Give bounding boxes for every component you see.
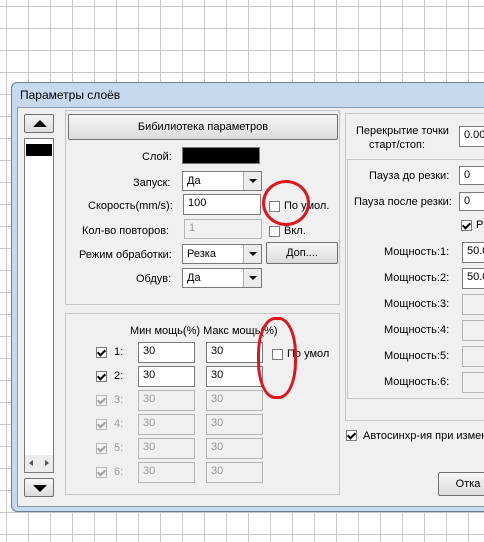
partial-label: Р (476, 219, 484, 231)
layer-list-hscrollbar[interactable] (25, 455, 53, 472)
power-max-input[interactable]: 30 (206, 366, 263, 387)
power-row-label: 3: (114, 394, 124, 406)
mode-select[interactable]: Резка (182, 244, 262, 264)
speed-label: Скорость(mm/s): (88, 200, 173, 212)
scroll-left-icon[interactable] (29, 460, 33, 466)
power-max-input[interactable]: 30 (206, 438, 263, 459)
power-row-label: 4: (114, 418, 124, 430)
pause-before-input[interactable]: 0 (459, 166, 484, 185)
speed-input[interactable]: 100 (183, 194, 261, 215)
power-min-input[interactable]: 30 (138, 366, 195, 387)
layer-list-item-selected[interactable] (26, 144, 52, 156)
overlap-input[interactable]: 0.00 (459, 126, 484, 147)
repeat-enable-checkbox[interactable] (269, 226, 280, 237)
power-min-input[interactable]: 30 (138, 462, 195, 483)
autosync-checkbox[interactable] (346, 430, 357, 441)
blow-select[interactable]: Да (182, 268, 262, 288)
autosync-label: Автосинхр-ия при измен (363, 430, 484, 442)
blow-select-value: Да (187, 272, 201, 284)
power-row-checkbox[interactable] (96, 395, 107, 406)
scroll-down-button[interactable] (24, 478, 54, 497)
pause-after-input[interactable]: 0 (459, 192, 484, 211)
right-power-label: Мощность:5: (384, 350, 450, 362)
overlap-label-line1: Перекрытие точки (356, 125, 449, 137)
power-row-checkbox[interactable] (96, 371, 107, 382)
partial-checkbox[interactable] (461, 220, 472, 231)
dropdown-arrow-icon[interactable] (243, 245, 261, 263)
right-power-input[interactable] (462, 294, 484, 315)
right-power-label: Мощность:4: (384, 324, 450, 336)
power-max-input[interactable]: 30 (206, 342, 263, 363)
overlap-label-line2: старт/стоп: (369, 139, 426, 151)
power-max-input[interactable]: 30 (206, 390, 263, 411)
layer-label: Слой: (142, 151, 172, 163)
power-min-input[interactable]: 30 (138, 342, 195, 363)
mode-select-value: Резка (187, 248, 216, 260)
dialog-title: Параметры слоёв (20, 88, 121, 102)
parameter-library-button[interactable]: Бибилиотека параметров (68, 114, 338, 140)
launch-label: Запуск: (133, 177, 171, 189)
right-power-label: Мощность:1: (384, 246, 450, 258)
scroll-right-icon[interactable] (45, 460, 49, 466)
triangle-up-icon (33, 120, 47, 127)
cancel-button[interactable]: Отка (438, 472, 484, 496)
launch-select[interactable]: Да (182, 171, 262, 191)
power-row-label: 5: (114, 442, 124, 454)
power-row-label: 1: (114, 346, 124, 358)
repeat-label: Кол-во повторов: (82, 225, 170, 237)
power-min-input[interactable]: 30 (138, 390, 195, 411)
repeat-enable-label: Вкл. (284, 225, 306, 237)
power-row-label: 2: (114, 370, 124, 382)
power-row-label: 6: (114, 466, 124, 478)
right-power-input[interactable] (462, 372, 484, 393)
power-max-input[interactable]: 30 (206, 414, 263, 435)
pause-before-label: Пауза до резки: (369, 170, 450, 182)
repeat-input[interactable]: 1 (184, 219, 262, 239)
right-power-label: Мощность:6: (384, 376, 450, 388)
pause-after-label: Пауза после резки: (354, 196, 452, 208)
mode-label: Режим обработки: (79, 249, 172, 261)
right-power-input[interactable] (462, 346, 484, 367)
power-row-checkbox[interactable] (96, 347, 107, 358)
annotation-circle-speed-default (262, 180, 310, 226)
right-power-input[interactable] (462, 320, 484, 341)
blow-label: Обдув: (136, 273, 172, 285)
power-row-checkbox[interactable] (96, 443, 107, 454)
power-max-input[interactable]: 30 (206, 462, 263, 483)
more-params-button[interactable]: Доп.... (266, 242, 338, 264)
power-table-header: Мин мощь(%) Макс мощь(%) (130, 325, 278, 337)
dropdown-arrow-icon[interactable] (243, 269, 261, 287)
right-power-label: Мощность:3: (384, 298, 450, 310)
annotation-circle-power-default (257, 317, 297, 399)
layer-color-swatch[interactable] (182, 147, 260, 164)
scroll-up-button[interactable] (24, 114, 54, 133)
power-row-checkbox[interactable] (96, 467, 107, 478)
right-power-input[interactable]: 50.0 (462, 242, 484, 263)
launch-select-value: Да (187, 175, 201, 187)
power-min-input[interactable]: 30 (138, 438, 195, 459)
power-row-checkbox[interactable] (96, 419, 107, 430)
right-power-input[interactable]: 50.0 (462, 268, 484, 289)
dropdown-arrow-icon[interactable] (243, 172, 261, 190)
power-min-input[interactable]: 30 (138, 414, 195, 435)
triangle-down-icon (33, 485, 47, 492)
layer-list[interactable] (24, 138, 54, 473)
right-power-label: Мощность:2: (384, 272, 450, 284)
